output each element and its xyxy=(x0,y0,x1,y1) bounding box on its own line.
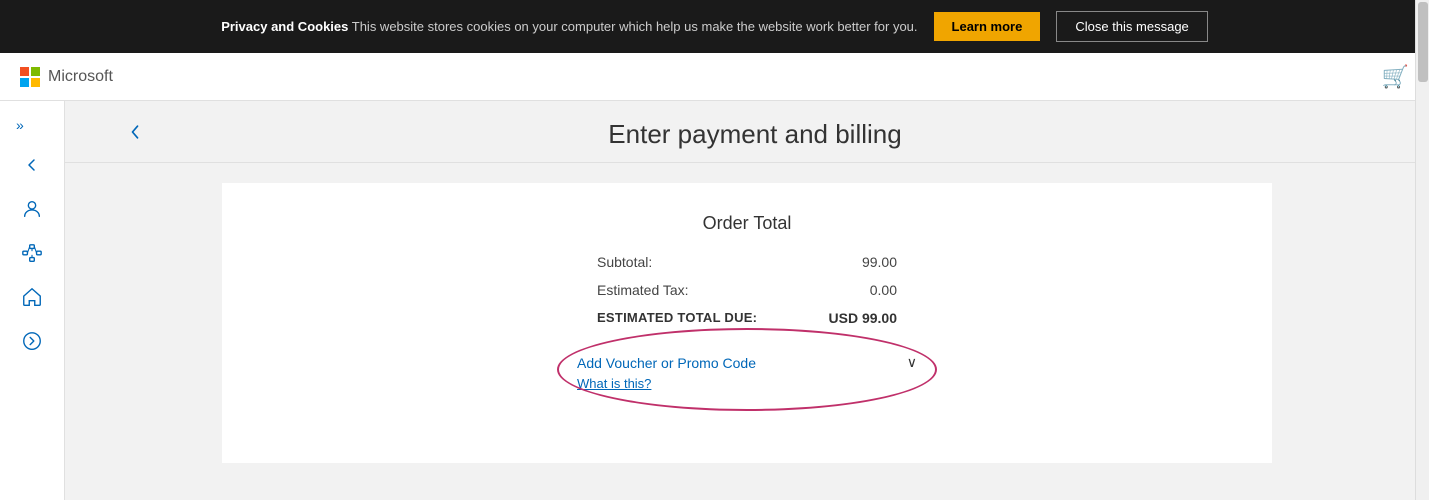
cookie-text: Privacy and Cookies This website stores … xyxy=(221,19,917,34)
header: Microsoft 🛒 xyxy=(0,53,1429,101)
back-button[interactable] xyxy=(125,122,145,148)
page-header: Enter payment and billing xyxy=(65,101,1429,163)
order-total-heading: Order Total xyxy=(262,213,1232,234)
cart-button[interactable]: 🛒 xyxy=(1382,64,1409,90)
scrollbar-thumb[interactable] xyxy=(1418,2,1428,82)
subtotal-label: Subtotal: xyxy=(597,254,777,270)
cookie-regular-text: This website stores cookies on your comp… xyxy=(352,19,918,34)
microsoft-logo: Microsoft xyxy=(20,67,113,87)
ms-logo-yellow xyxy=(31,78,40,87)
what-is-this-text[interactable]: What is this? xyxy=(577,376,651,391)
promo-header[interactable]: Add Voucher or Promo Code ∨ xyxy=(577,346,917,375)
tax-label: Estimated Tax: xyxy=(597,282,777,298)
main-content: Enter payment and billing Order Total Su… xyxy=(65,101,1429,500)
promo-oval-wrapper: Add Voucher or Promo Code ∨ What is this… xyxy=(577,346,917,393)
main-layout: » xyxy=(0,101,1429,500)
ms-logo-red xyxy=(20,67,29,76)
learn-more-button[interactable]: Learn more xyxy=(934,12,1041,41)
order-card: Order Total Subtotal: 99.00 Estimated Ta… xyxy=(222,183,1272,463)
cart-icon: 🛒 xyxy=(1382,64,1409,89)
add-voucher-label[interactable]: Add Voucher or Promo Code xyxy=(577,355,756,371)
sidebar: » xyxy=(0,101,65,500)
total-row: ESTIMATED TOTAL DUE: USD 99.00 xyxy=(262,310,1232,326)
sidebar-expand-button[interactable]: » xyxy=(8,109,32,141)
sidebar-person-icon[interactable] xyxy=(12,189,52,229)
subtotal-value: 99.00 xyxy=(777,254,897,270)
close-message-button[interactable]: Close this message xyxy=(1056,11,1207,42)
total-value: USD 99.00 xyxy=(777,310,897,326)
cookie-bold-text: Privacy and Cookies xyxy=(221,19,348,34)
cookie-banner: Privacy and Cookies This website stores … xyxy=(0,0,1429,53)
tax-value: 0.00 xyxy=(777,282,897,298)
ms-logo-blue xyxy=(20,78,29,87)
total-label: ESTIMATED TOTAL DUE: xyxy=(597,310,777,326)
sidebar-network-icon[interactable] xyxy=(12,233,52,273)
microsoft-text: Microsoft xyxy=(48,68,113,86)
subtotal-row: Subtotal: 99.00 xyxy=(262,254,1232,270)
promo-section: Add Voucher or Promo Code ∨ What is this… xyxy=(577,346,917,393)
sidebar-back-icon[interactable] xyxy=(12,145,52,185)
what-is-this-link[interactable]: What is this? xyxy=(577,375,917,393)
ms-logo-grid xyxy=(20,67,40,87)
sidebar-home-icon[interactable] xyxy=(12,277,52,317)
tax-row: Estimated Tax: 0.00 xyxy=(262,282,1232,298)
ms-logo-green xyxy=(31,67,40,76)
promo-chevron-icon: ∨ xyxy=(907,354,917,371)
page-title: Enter payment and billing xyxy=(161,119,1429,150)
page-scrollbar[interactable] xyxy=(1415,0,1429,500)
sidebar-arrow-icon[interactable] xyxy=(12,321,52,361)
